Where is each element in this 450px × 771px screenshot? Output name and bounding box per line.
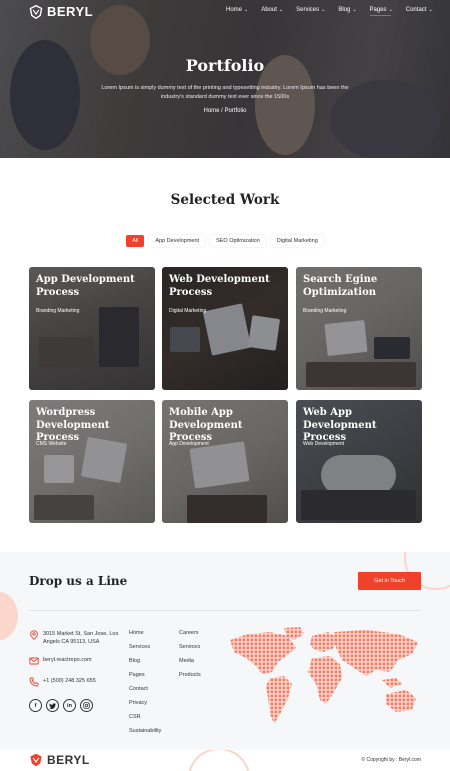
filter-digital-marketing[interactable]: Digital Marketing [270, 235, 324, 247]
filter-seo-optimization[interactable]: SEO Optimization [210, 235, 266, 247]
card-category: App Development [169, 441, 209, 447]
footer-link-privacy[interactable]: Privacy [129, 698, 161, 712]
nav-item-pages[interactable]: Pages ⌄ [369, 7, 393, 16]
filter-app-development[interactable]: App Development [149, 235, 206, 247]
card-category: Branding Marketing [303, 308, 347, 314]
portfolio-card[interactable]: Wordpress Development Process CMS Websit… [29, 400, 155, 523]
card-category: Digital Marketing [169, 308, 207, 314]
phone-row[interactable]: +1 (500) 248 325 655 [29, 677, 133, 687]
contact-title: Drop us a Line [29, 574, 128, 588]
logo-icon [29, 4, 43, 19]
portfolio-card[interactable]: Web Development Process Digital Marketin… [162, 267, 288, 390]
page-title: Portfolio [185, 56, 265, 75]
site-footer: BERYL © Copyright by : Beryl.com [0, 750, 450, 771]
social-links: f in [29, 699, 93, 712]
footer-link-careers[interactable]: Careers [179, 628, 201, 642]
chevron-down-icon: ⌄ [388, 7, 393, 13]
footer-link-blog[interactable]: Blog [129, 656, 161, 670]
hero-subtitle: Lorem Ipsum is simply dummy text of the … [101, 85, 349, 100]
decorative-circle [0, 592, 18, 640]
card-title: Web Development Process [169, 274, 270, 298]
footer-link-contact[interactable]: Contact [129, 684, 161, 698]
section-title: Selected Work [170, 192, 280, 208]
get-in-touch-button[interactable]: Get in Touch [358, 572, 421, 590]
chevron-down-icon: ⌄ [278, 7, 284, 13]
portfolio-filters: All App Development SEO Optimization Dig… [0, 235, 450, 247]
decorative-ring [188, 750, 250, 771]
mail-icon [29, 657, 39, 665]
portfolio-card[interactable]: Web App Development Process Web Developm… [296, 400, 422, 523]
footer-links-primary: Home Services Blog Pages Contact Privacy… [129, 628, 161, 740]
nav-label: Pages [369, 7, 387, 13]
nav-item-about[interactable]: About ⌄ [261, 7, 283, 13]
card-title: App Development Process [36, 274, 135, 298]
nav-item-services[interactable]: Services ⌄ [296, 7, 325, 13]
linkedin-icon[interactable]: in [63, 699, 76, 712]
main-menu: Home ⌄ About ⌄ Services ⌄ Blog ⌄ Pages ⌄ Cont… [226, 7, 446, 16]
world-map-graphic [230, 627, 418, 724]
card-category: Branding Marketing [36, 308, 80, 314]
address-row: 3015 Market St, San Jose, Los Angels CA … [29, 630, 133, 646]
card-title: Mobile App Development Process [169, 407, 243, 443]
nav-label: Blog [338, 7, 351, 13]
divider [29, 610, 421, 611]
card-category: Web Development [303, 441, 345, 447]
portfolio-card[interactable]: App Development Process Branding Marketi… [29, 267, 155, 390]
copyright-text: © Copyright by : Beryl.com [361, 757, 421, 763]
hero-overlay [0, 0, 450, 158]
phone-text: +1 (500) 248 325 655 [43, 678, 96, 684]
nav-item-contact[interactable]: Contact ⌄ [406, 7, 433, 13]
location-pin-icon [30, 630, 38, 640]
footer-link-sustainability[interactable]: Sustainability [129, 726, 161, 740]
nav-label: Contact [405, 7, 427, 13]
footer-link-services[interactable]: Services [129, 642, 161, 656]
footer-link-pages[interactable]: Pages [129, 670, 161, 684]
portfolio-card[interactable]: Mobile App Development Process App Devel… [162, 400, 288, 523]
filter-all[interactable]: All [126, 235, 145, 247]
logo-icon [30, 753, 42, 767]
footer-logo[interactable]: BERYL [29, 753, 90, 767]
chevron-down-icon: ⌄ [244, 7, 249, 13]
instagram-icon[interactable] [80, 699, 93, 712]
brand-name: BERYL [47, 4, 94, 19]
hero-banner: BERYL Home ⌄ About ⌄ Services ⌄ Blog ⌄ Pages… [0, 0, 450, 158]
header-logo[interactable]: BERYL [29, 4, 93, 19]
card-category: CMS Website [36, 441, 67, 447]
footer-link-services[interactable]: Services [179, 642, 201, 656]
card-title: Wordpress Development Process [36, 407, 110, 443]
contact-section: Drop us a Line Get in Touch 3015 Market … [0, 552, 450, 750]
chevron-down-icon: ⌄ [352, 7, 357, 13]
nav-label: About [261, 7, 277, 13]
nav-label: Services [296, 7, 320, 13]
email-row[interactable]: beryl.reactrepo.com [29, 656, 133, 666]
chevron-down-icon: ⌄ [321, 7, 326, 13]
nav-label: Home [226, 7, 243, 13]
card-title: Web App Development Process [303, 407, 377, 443]
footer-links-secondary: Careers Services Media Products [179, 628, 201, 684]
nav-item-home[interactable]: Home ⌄ [226, 7, 248, 13]
footer-link-products[interactable]: Products [179, 670, 201, 684]
nav-item-blog[interactable]: Blog ⌄ [338, 7, 356, 13]
breadcrumb[interactable]: Home / Portfolio [0, 108, 450, 114]
footer-link-csr[interactable]: CSR [129, 712, 161, 726]
email-text: beryl.reactrepo.com [43, 657, 92, 663]
footer-link-media[interactable]: Media [179, 656, 201, 670]
top-navigation: BERYL Home ⌄ About ⌄ Services ⌄ Blog ⌄ Pages… [0, 0, 450, 22]
footer-link-home[interactable]: Home [129, 628, 161, 642]
facebook-icon[interactable]: f [29, 699, 42, 712]
phone-icon [29, 677, 39, 687]
address-text: 3015 Market St, San Jose, Los Angels CA … [43, 631, 119, 645]
portfolio-card[interactable]: Search Egine Optimization Branding Marke… [296, 267, 422, 390]
twitter-icon[interactable] [46, 699, 59, 712]
card-title: Search Egine Optimization [303, 274, 378, 298]
chevron-down-icon: ⌄ [428, 7, 433, 13]
brand-name: BERYL [47, 753, 90, 767]
